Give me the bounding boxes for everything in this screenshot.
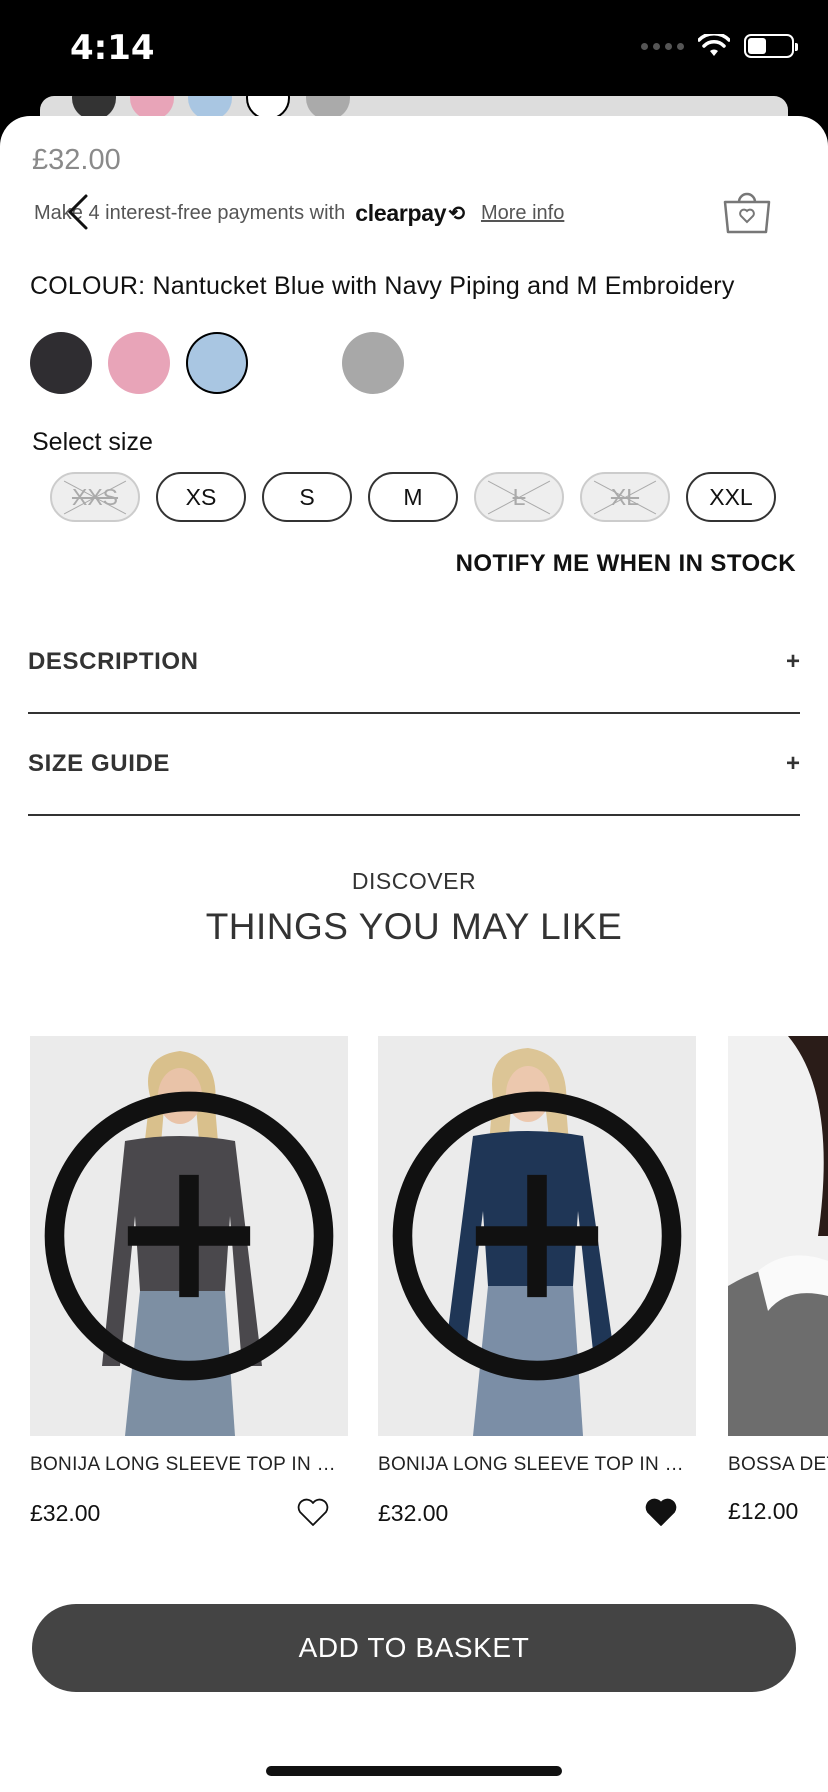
- basket-bag-icon[interactable]: [722, 188, 772, 236]
- quick-add-icon[interactable]: [30, 1036, 348, 1436]
- product-card[interactable]: BONIJA LONG SLEEVE TOP IN NA... £32.00: [378, 1036, 696, 1528]
- size-s-button[interactable]: S: [262, 472, 352, 522]
- clearpay-row: Make 4 interest-free payments with clear…: [34, 200, 564, 227]
- add-to-basket-button[interactable]: ADD TO BASKET: [32, 1604, 796, 1692]
- home-indicator[interactable]: [266, 1766, 562, 1776]
- size-xs-button[interactable]: XS: [156, 472, 246, 522]
- description-accordion[interactable]: DESCRIPTION +: [28, 612, 800, 714]
- size-xxs-button[interactable]: XXS: [50, 472, 140, 522]
- product-price-row: £32.00: [378, 1498, 696, 1528]
- product-name[interactable]: BONIJA LONG SLEEVE TOP IN NA...: [378, 1454, 696, 1476]
- clearpay-mark-icon: ⟲: [448, 203, 465, 225]
- product-image[interactable]: [728, 1036, 828, 1436]
- status-time: 4:14: [70, 28, 155, 68]
- product-name[interactable]: BOSSA DET: [728, 1454, 828, 1476]
- size-guide-title: SIZE GUIDE: [28, 750, 171, 777]
- description-title: DESCRIPTION: [28, 648, 199, 675]
- expand-plus-icon: +: [785, 648, 800, 675]
- product-image[interactable]: [30, 1036, 348, 1436]
- size-xxl-button[interactable]: XXL: [686, 472, 776, 522]
- swatch-charcoal[interactable]: [30, 332, 92, 394]
- status-bar: 4:14: [0, 0, 828, 96]
- swatch-blue[interactable]: [186, 332, 248, 394]
- product-card[interactable]: BOSSA DET £12.00: [728, 1036, 828, 1525]
- status-icons: [641, 34, 798, 58]
- product-price: £32.00: [32, 144, 121, 176]
- discover-eyebrow: DISCOVER: [351, 868, 477, 894]
- heart-filled-icon[interactable]: [644, 1498, 678, 1528]
- swatch-grey[interactable]: [342, 332, 404, 394]
- size-guide-accordion[interactable]: SIZE GUIDE +: [28, 714, 800, 816]
- colour-label: COLOUR: Nantucket Blue with Navy Piping …: [30, 272, 735, 300]
- product-name[interactable]: BONIJA LONG SLEEVE TOP IN BE...: [30, 1454, 348, 1476]
- product-price-row: £12.00: [728, 1498, 828, 1525]
- wifi-icon: [698, 34, 730, 56]
- product-price: £12.00: [728, 1498, 799, 1524]
- quick-add-icon[interactable]: [378, 1036, 696, 1436]
- product-sheet: £32.00 Make 4 interest-free payments wit…: [0, 116, 828, 1792]
- heart-outline-icon[interactable]: [296, 1498, 330, 1528]
- swatch-white[interactable]: [264, 332, 326, 394]
- notify-me-button[interactable]: NOTIFY ME WHEN IN STOCK: [456, 550, 796, 578]
- product-price: £32.00: [30, 1499, 101, 1526]
- size-l-button[interactable]: L: [474, 472, 564, 522]
- product-price-row: £32.00: [30, 1498, 348, 1528]
- product-price: £32.00: [378, 1499, 449, 1526]
- model-photo: [728, 1036, 828, 1436]
- clearpay-logo: clearpay: [355, 200, 447, 226]
- expand-plus-icon: +: [785, 750, 800, 777]
- more-info-link[interactable]: More info: [481, 202, 564, 225]
- select-size-label: Select size: [32, 428, 153, 456]
- product-image[interactable]: [378, 1036, 696, 1436]
- signal-icon: [641, 42, 684, 50]
- size-m-button[interactable]: M: [368, 472, 458, 522]
- back-arrow-icon[interactable]: [64, 192, 94, 232]
- battery-icon: [744, 34, 798, 58]
- swatch-pink[interactable]: [108, 332, 170, 394]
- product-card[interactable]: BONIJA LONG SLEEVE TOP IN BE... £32.00: [30, 1036, 348, 1528]
- recommendations-title: THINGS YOU MAY LIKE: [205, 906, 623, 947]
- size-xl-button[interactable]: XL: [580, 472, 670, 522]
